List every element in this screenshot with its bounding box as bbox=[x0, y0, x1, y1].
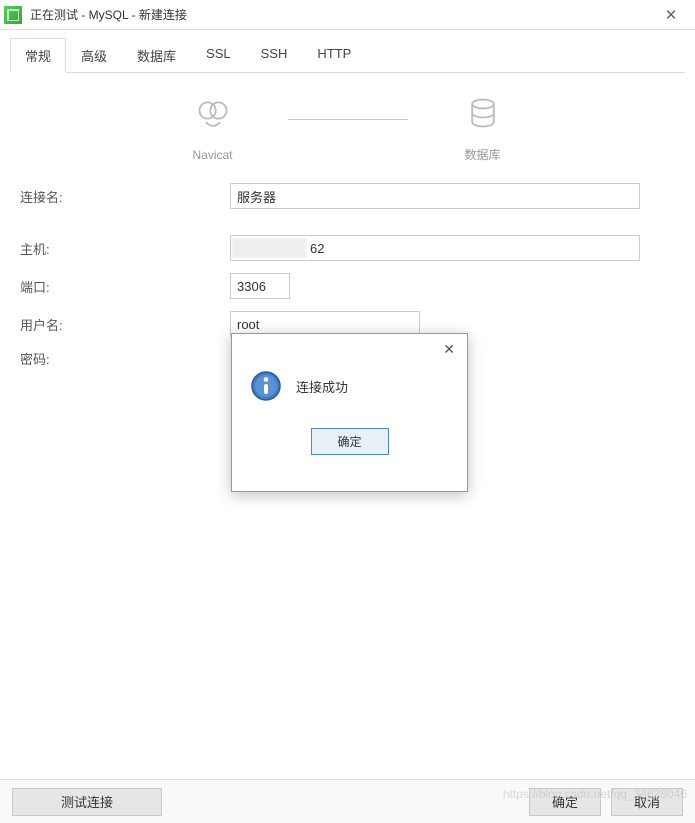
message-dialog-footer: 确定 bbox=[232, 422, 467, 469]
diagram-client-label: Navicat bbox=[192, 148, 232, 162]
host-label: 主机: bbox=[20, 239, 230, 258]
port-input[interactable] bbox=[230, 273, 290, 299]
tab-bar: 常规 高级 数据库 SSL SSH HTTP bbox=[10, 38, 685, 73]
connection-name-label: 连接名: bbox=[20, 187, 230, 206]
tab-general[interactable]: 常规 bbox=[10, 38, 66, 73]
message-dialog-titlebar: ✕ bbox=[232, 334, 467, 364]
diagram-server: 数据库 bbox=[438, 95, 528, 163]
user-label: 用户名: bbox=[20, 315, 230, 334]
tab-ssl[interactable]: SSL bbox=[191, 38, 246, 73]
navicat-icon bbox=[195, 97, 231, 138]
window-title: 正在测试 - MySQL - 新建连接 bbox=[30, 6, 651, 23]
row-port: 端口: bbox=[20, 273, 675, 299]
tab-ssh[interactable]: SSH bbox=[246, 38, 303, 73]
row-host: 主机: 62 bbox=[20, 235, 675, 261]
host-suffix: 62 bbox=[310, 241, 324, 256]
message-dialog-body: 连接成功 bbox=[232, 364, 467, 422]
cancel-button[interactable]: 取消 bbox=[611, 788, 683, 816]
message-dialog-text: 连接成功 bbox=[296, 377, 348, 396]
diagram-client: Navicat bbox=[168, 97, 258, 162]
window-titlebar: 正在测试 - MySQL - 新建连接 ✕ bbox=[0, 0, 695, 30]
message-dialog-ok-button[interactable]: 确定 bbox=[311, 428, 389, 455]
database-icon bbox=[465, 95, 501, 136]
window-close-button[interactable]: ✕ bbox=[651, 6, 691, 24]
dialog-footer: 测试连接 确定 取消 bbox=[0, 779, 695, 823]
connection-name-input[interactable] bbox=[230, 183, 640, 209]
tab-database[interactable]: 数据库 bbox=[122, 38, 191, 73]
row-connection-name: 连接名: bbox=[20, 183, 675, 209]
host-redacted bbox=[232, 238, 306, 258]
diagram-line bbox=[288, 119, 408, 120]
tab-advanced[interactable]: 高级 bbox=[66, 38, 122, 73]
info-icon bbox=[250, 370, 282, 402]
host-input[interactable]: 62 bbox=[230, 235, 640, 261]
diagram-server-label: 数据库 bbox=[464, 146, 500, 163]
password-label: 密码: bbox=[20, 349, 230, 368]
tab-http[interactable]: HTTP bbox=[302, 38, 366, 73]
ok-button[interactable]: 确定 bbox=[529, 788, 601, 816]
port-label: 端口: bbox=[20, 277, 230, 296]
app-icon bbox=[4, 6, 22, 24]
connection-diagram: Navicat 数据库 bbox=[16, 85, 679, 183]
message-dialog-close-button[interactable]: ✕ bbox=[439, 339, 459, 360]
message-dialog: ✕ 连接成功 确定 bbox=[231, 333, 468, 492]
test-connection-button[interactable]: 测试连接 bbox=[12, 788, 162, 816]
